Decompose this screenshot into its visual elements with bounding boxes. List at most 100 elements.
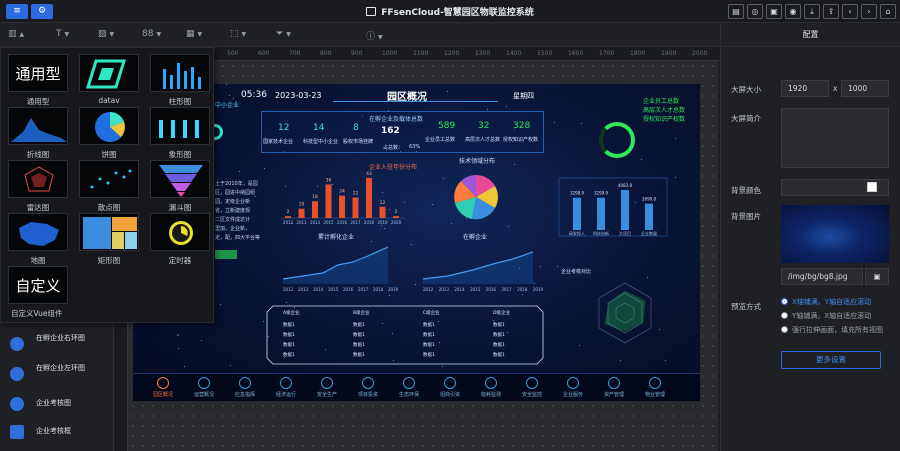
line-year-tick: 2013: [298, 287, 309, 292]
border-tool[interactable]: ⬚ ▼: [230, 29, 246, 39]
chart-type-pie[interactable]: 饼图: [79, 107, 139, 160]
preview-button[interactable]: ◉: [785, 4, 801, 19]
component-label: 企业考核图: [36, 399, 71, 407]
share-button[interactable]: ⇪: [823, 4, 839, 19]
nav-item[interactable]: 生态环保: [389, 377, 429, 398]
table-tool[interactable]: ▦ ▼: [186, 29, 202, 39]
filter-tool[interactable]: ⏷ ▼: [276, 29, 291, 39]
vue-component-item[interactable]: 在孵企业右环图: [4, 329, 110, 359]
funnel-thumb: [150, 160, 210, 198]
bar-label: 10: [299, 202, 305, 208]
nav-item[interactable]: 物业管理: [635, 377, 675, 398]
vue-component-item[interactable]: 在孵企业左环图: [4, 359, 110, 389]
nav-label: 企业服务: [562, 392, 583, 398]
home-button[interactable]: ⌂: [880, 4, 896, 19]
preview-option-x-fill[interactable]: X轴铺满，Y轴自适应滚动: [781, 297, 871, 307]
table-cell: 数据1: [423, 343, 435, 348]
prev-button[interactable]: ‹: [842, 4, 858, 19]
bar2-category: 科技创新: [593, 230, 609, 236]
chart-type-treemap[interactable]: 矩形图: [79, 213, 139, 266]
number-tool[interactable]: 88 ▼: [142, 29, 161, 39]
screenshot-button[interactable]: ▣: [766, 4, 782, 19]
bar2: [573, 197, 581, 230]
bar2-label: 3299.9: [594, 191, 608, 196]
bar-year: 2016: [337, 220, 348, 225]
color-picker-icon[interactable]: [867, 182, 877, 192]
bar-year: 2015: [323, 220, 334, 225]
nav-item[interactable]: 应急指挥: [225, 377, 265, 398]
nav-icon: [608, 377, 620, 389]
bar2-category: 企业数量: [641, 230, 657, 236]
chart-type-map[interactable]: 地图: [8, 213, 68, 266]
bar-label: 2: [287, 209, 290, 215]
chart-type-custom-vue[interactable]: 自定义 自定义Vue组件: [8, 266, 68, 319]
chart-type-label: 漏斗图: [168, 203, 192, 212]
chart-type-general[interactable]: 通用型 通用型: [8, 54, 68, 107]
treemap-thumb: [79, 213, 139, 251]
vue-component-item[interactable]: 企业考核框: [4, 417, 110, 447]
preview-option-y-fill[interactable]: Y轴铺满，X轴自适应滚动: [781, 311, 871, 321]
chart-bar-tool[interactable]: ▥ ▲: [8, 29, 24, 39]
bg-image-path-input[interactable]: /img/bg/bg8.jpg: [781, 268, 863, 285]
dashboard-charts: 210183624 2243122 2012 2013 2014 2015 2016 201…: [266, 171, 668, 365]
nav-item[interactable]: 园区概况: [143, 377, 183, 398]
dashboard-preview[interactable]: 05:36 2023-03-23 园区概况 星期四 中小企业 在孵企业及载体总数…: [133, 84, 700, 401]
nav-item[interactable]: 资产管理: [594, 377, 634, 398]
scatter-thumb: [79, 160, 139, 198]
chart-type-datav[interactable]: datav: [79, 54, 139, 105]
chart-type-label: 矩形图: [97, 256, 121, 265]
table-icon: ▦: [186, 29, 195, 39]
nav-item[interactable]: 经济运行: [266, 377, 306, 398]
nav-label: 经济运行: [275, 392, 296, 398]
intro-textarea[interactable]: [781, 108, 889, 168]
nav-icon: [321, 377, 333, 389]
width-input[interactable]: 1920: [781, 80, 829, 97]
ruler-mark: 1400: [506, 50, 522, 57]
nav-item[interactable]: 安全监控: [512, 377, 552, 398]
more-settings-button[interactable]: 更多设置: [781, 351, 881, 369]
line-year-tick: 2017: [502, 287, 513, 292]
next-button[interactable]: ›: [861, 4, 877, 19]
chart-type-funnel[interactable]: 漏斗图: [150, 160, 210, 213]
chart-type-label: 定时器: [168, 256, 192, 265]
chart-type-line[interactable]: 折线图: [8, 107, 68, 160]
vue-component-item[interactable]: 企业考核图: [4, 389, 110, 419]
info-tool[interactable]: ⓘ ▼: [366, 29, 383, 42]
chart-type-timer[interactable]: 定时器: [150, 213, 210, 266]
image-tool[interactable]: ▨ ▼: [98, 29, 114, 39]
chart-bar-icon: ▥: [8, 29, 17, 39]
nav-item[interactable]: 安全生产: [307, 377, 347, 398]
nav-item[interactable]: 能耗监测: [471, 377, 511, 398]
nav-label: 运营概况: [193, 392, 214, 398]
chart-type-label: 地图: [30, 256, 46, 265]
line-year-tick: 2014: [454, 287, 465, 292]
component-icon: [10, 367, 24, 381]
download-button[interactable]: ⤓: [804, 4, 820, 19]
border-icon: ⬚: [230, 29, 239, 39]
ruler-mark: 700: [289, 50, 301, 57]
nav-item[interactable]: 项目投资: [348, 377, 388, 398]
line-year-tick: 2019: [533, 287, 544, 292]
refresh-button[interactable]: ◎: [747, 4, 763, 19]
height-input[interactable]: 1000: [841, 80, 889, 97]
line-year-tick: 2013: [439, 287, 450, 292]
bg-image-preview[interactable]: [781, 205, 889, 263]
text-tool[interactable]: T ▼: [56, 29, 69, 39]
nav-icon: [280, 377, 292, 389]
table-header: A级企业: [283, 311, 300, 316]
chart-type-scatter[interactable]: 散点图: [79, 160, 139, 213]
ruler-mark: 500: [227, 50, 239, 57]
nav-item[interactable]: 招商引资: [430, 377, 470, 398]
image-upload-button[interactable]: ▣: [865, 268, 889, 285]
nav-label: 安全监控: [521, 392, 542, 398]
preview-option-stretch[interactable]: 强行拉伸画面，填充所有视图: [781, 325, 883, 335]
pictorial-thumb: [150, 107, 210, 145]
layers-button[interactable]: ▤: [728, 4, 744, 19]
radar-chart: [598, 282, 652, 344]
nav-icon: [239, 377, 251, 389]
nav-item[interactable]: 企业服务: [553, 377, 593, 398]
chart-type-radar[interactable]: 雷达图: [8, 160, 68, 213]
chart-type-pictorial[interactable]: 象形图: [150, 107, 210, 160]
chart-type-bar[interactable]: 柱形图: [150, 54, 210, 107]
nav-item[interactable]: 运营概况: [184, 377, 224, 398]
